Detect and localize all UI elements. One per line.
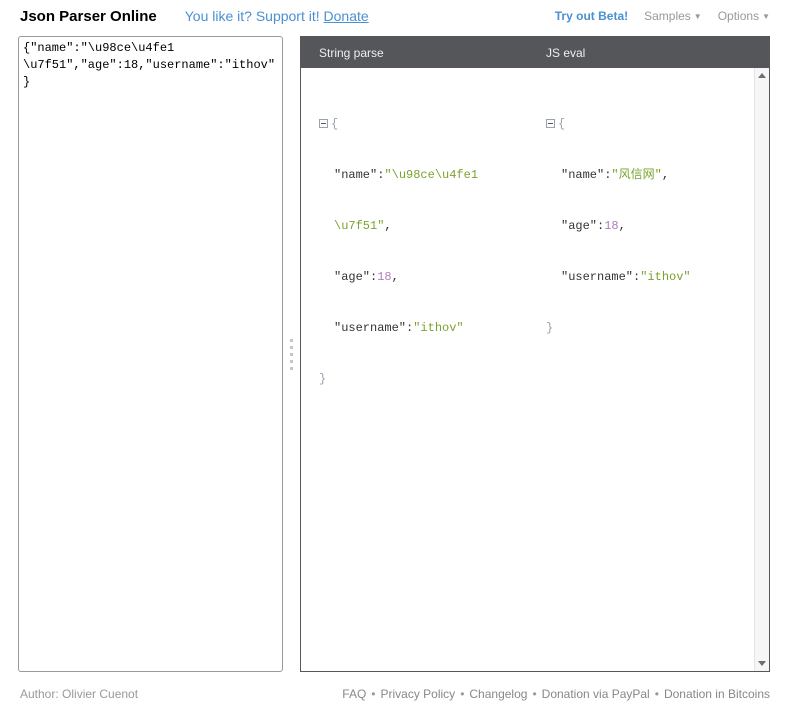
privacy-policy-link[interactable]: Privacy Policy bbox=[381, 687, 456, 701]
tree-line: \u7f51", bbox=[319, 218, 528, 235]
footer-links: FAQ • Privacy Policy • Changelog • Donation vi… bbox=[342, 687, 770, 701]
tree-line: { bbox=[546, 116, 769, 133]
tree-line: } bbox=[319, 371, 528, 388]
json-open-brace: { bbox=[331, 117, 338, 131]
results-body: { "name":"\u98ce\u4fe1 \u7f51", "age":18… bbox=[301, 68, 769, 671]
support-text: You like it? Support it! bbox=[185, 8, 320, 24]
donation-bitcoins-link[interactable]: Donation in Bitcoins bbox=[664, 687, 770, 701]
tree-line: "name":"风信网", bbox=[546, 167, 769, 184]
separator: • bbox=[655, 687, 659, 701]
json-comma: , bbox=[619, 219, 626, 233]
grip-dots-icon bbox=[290, 339, 293, 370]
tree-line: } bbox=[546, 320, 769, 337]
tree-line: "username":"ithov" bbox=[546, 269, 769, 286]
samples-label: Samples bbox=[644, 9, 691, 23]
footer: Author: Olivier Cuenot FAQ • Privacy Polic… bbox=[0, 679, 790, 709]
support-message: You like it? Support it! Donate bbox=[185, 8, 369, 24]
vertical-scrollbar[interactable] bbox=[754, 68, 769, 671]
changelog-link[interactable]: Changelog bbox=[469, 687, 527, 701]
json-comma: , bbox=[384, 219, 391, 233]
tree-line: "age":18, bbox=[319, 269, 528, 286]
try-beta-link[interactable]: Try out Beta! bbox=[555, 9, 628, 23]
results-header: String parse JS eval bbox=[301, 37, 769, 68]
json-close-brace: } bbox=[319, 372, 326, 386]
resize-handle[interactable] bbox=[283, 36, 300, 672]
string-parse-header: String parse bbox=[301, 46, 528, 60]
tree-line: "age":18, bbox=[546, 218, 769, 235]
json-key: "name" bbox=[334, 168, 377, 182]
author-credit: Author: Olivier Cuenot bbox=[20, 687, 138, 701]
json-comma: , bbox=[662, 168, 669, 182]
donate-link[interactable]: Donate bbox=[324, 8, 369, 24]
faq-link[interactable]: FAQ bbox=[342, 687, 366, 701]
arrow-down-icon bbox=[758, 661, 766, 666]
json-string: "ithov" bbox=[413, 321, 463, 335]
app-title: Json Parser Online bbox=[20, 8, 157, 25]
collapse-icon[interactable] bbox=[546, 119, 555, 128]
scroll-up-button[interactable] bbox=[755, 68, 769, 83]
separator: • bbox=[460, 687, 464, 701]
json-string: \u7f51" bbox=[334, 219, 384, 233]
arrow-up-icon bbox=[758, 73, 766, 78]
top-bar: Json Parser Online You like it? Support … bbox=[0, 0, 790, 32]
main-area: {"name":"\u98ce\u4fe1 \u7f51","age":18,"… bbox=[0, 32, 790, 672]
results-panel: String parse JS eval { "name":"\u98ce\u4… bbox=[300, 36, 770, 672]
tree-line: "name":"\u98ce\u4fe1 bbox=[319, 167, 528, 184]
json-key: "name" bbox=[561, 168, 604, 182]
top-bar-right: Try out Beta! Samples▼ Options▼ bbox=[555, 9, 770, 23]
string-parse-tree: { "name":"\u98ce\u4fe1 \u7f51", "age":18… bbox=[301, 68, 528, 671]
json-string: "风信网" bbox=[611, 168, 661, 182]
separator: • bbox=[371, 687, 375, 701]
collapse-icon[interactable] bbox=[319, 119, 328, 128]
json-close-brace: } bbox=[546, 321, 553, 335]
separator: • bbox=[532, 687, 536, 701]
tree-line: "username":"ithov" bbox=[319, 320, 528, 337]
tree-line: { bbox=[319, 116, 528, 133]
js-eval-header: JS eval bbox=[528, 46, 585, 60]
scroll-down-button[interactable] bbox=[755, 656, 769, 671]
json-open-brace: { bbox=[558, 117, 565, 131]
samples-menu[interactable]: Samples▼ bbox=[644, 9, 702, 23]
options-menu[interactable]: Options▼ bbox=[718, 9, 770, 23]
caret-down-icon: ▼ bbox=[762, 12, 770, 21]
json-key: "username" bbox=[561, 270, 633, 284]
json-number: 18 bbox=[604, 219, 618, 233]
json-comma: , bbox=[392, 270, 399, 284]
options-label: Options bbox=[718, 9, 759, 23]
json-key: "age" bbox=[334, 270, 370, 284]
json-number: 18 bbox=[377, 270, 391, 284]
donation-paypal-link[interactable]: Donation via PayPal bbox=[542, 687, 650, 701]
js-eval-tree: { "name":"风信网", "age":18, "username":"it… bbox=[528, 68, 769, 671]
caret-down-icon: ▼ bbox=[694, 12, 702, 21]
json-string: "ithov" bbox=[640, 270, 690, 284]
json-input[interactable]: {"name":"\u98ce\u4fe1 \u7f51","age":18,"… bbox=[18, 36, 283, 672]
json-key: "age" bbox=[561, 219, 597, 233]
json-string: "\u98ce\u4fe1 bbox=[384, 168, 478, 182]
json-key: "username" bbox=[334, 321, 406, 335]
